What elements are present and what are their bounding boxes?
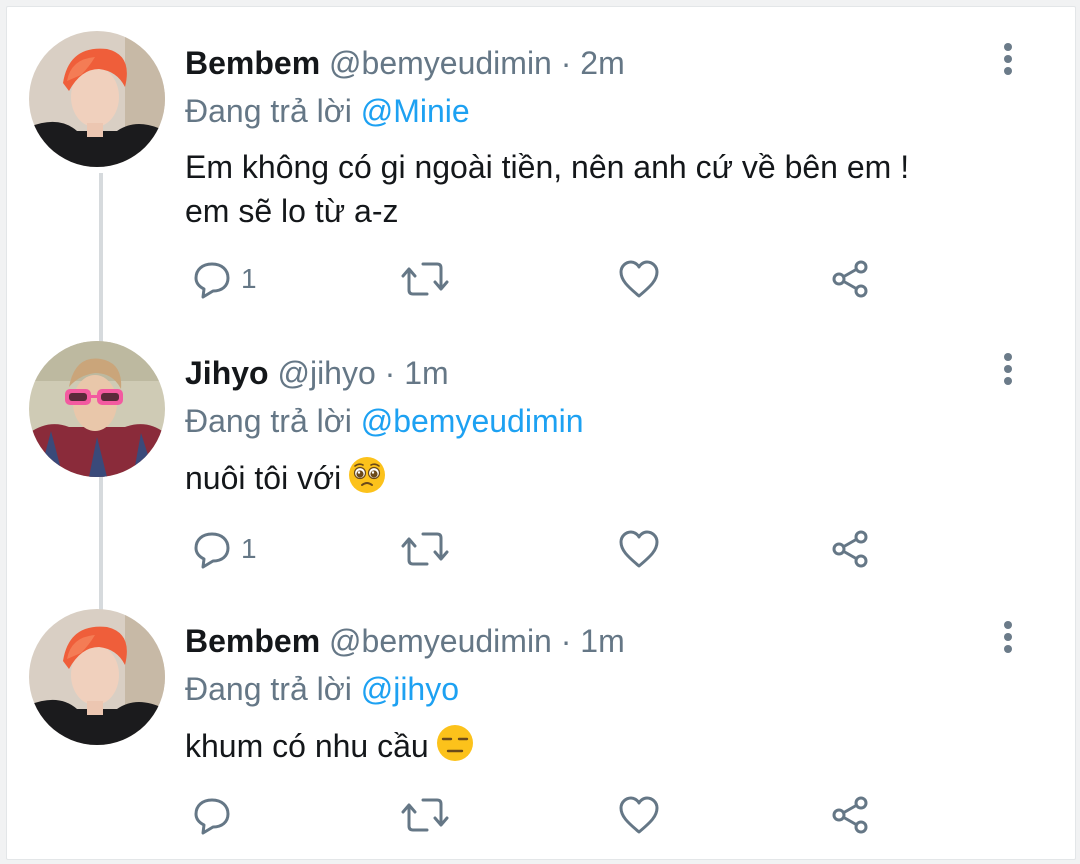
- tweet-text-line: em sẽ lo từ a-z: [185, 193, 399, 229]
- tweet-header: Bembem @bemyeudimin · 1m: [185, 621, 995, 661]
- share-button[interactable]: [829, 791, 871, 839]
- reply-button[interactable]: 1: [191, 255, 257, 303]
- share-icon: [832, 796, 868, 834]
- tweet-text-line: nuôi tôi với: [185, 460, 342, 496]
- reply-icon: [194, 532, 230, 569]
- tweet-thread: Bembem @bemyeudimin · 2m Đang trả lời @M…: [6, 6, 1076, 860]
- retweet-button[interactable]: [401, 255, 449, 303]
- expressionless-face-icon: [436, 725, 473, 761]
- mention-link[interactable]: @jihyo: [361, 671, 459, 707]
- replying-to-label: Đang trả lời: [185, 93, 352, 129]
- tweet-text: khum có nhu cầu: [185, 723, 995, 768]
- share-icon: [832, 260, 868, 298]
- mention-link[interactable]: @bemyeudimin: [361, 403, 584, 439]
- tweet-text-line: Em không có gi ngoài tiền, nên anh cứ về…: [185, 149, 910, 185]
- replying-to: Đang trả lời @jihyo: [185, 669, 995, 709]
- separator-dot: ·: [560, 45, 572, 81]
- tweet[interactable]: Bembem @bemyeudimin · 1m Đang trả lời @j…: [7, 585, 1075, 859]
- timestamp[interactable]: 1m: [404, 355, 448, 391]
- share-icon: [832, 530, 868, 568]
- author-handle[interactable]: @jihyo: [277, 355, 375, 391]
- avatar-image: [29, 31, 165, 167]
- retweet-button[interactable]: [401, 791, 449, 839]
- tweet-header: Bembem @bemyeudimin · 2m: [185, 43, 995, 83]
- author-name[interactable]: Bembem: [185, 45, 320, 81]
- replying-to: Đang trả lời @Minie: [185, 91, 995, 131]
- like-button[interactable]: [617, 525, 661, 573]
- more-vertical-icon[interactable]: [993, 349, 1023, 389]
- retweet-icon: [401, 532, 449, 566]
- reply-count: 1: [241, 263, 257, 294]
- avatar-image: [29, 609, 165, 745]
- heart-icon: [619, 530, 659, 568]
- tweet-header: Jihyo @jihyo · 1m: [185, 353, 995, 393]
- tweet-text: nuôi tôi với: [185, 455, 995, 500]
- reply-button[interactable]: 1: [191, 525, 257, 573]
- more-vertical-icon[interactable]: [993, 39, 1023, 79]
- reply-icon: [194, 262, 230, 299]
- retweet-button[interactable]: [401, 525, 449, 573]
- replying-to: Đang trả lời @bemyeudimin: [185, 401, 995, 441]
- replying-to-label: Đang trả lời: [185, 671, 352, 707]
- retweet-icon: [401, 262, 449, 296]
- reply-count: 1: [241, 533, 257, 564]
- reply-button[interactable]: [191, 791, 241, 839]
- replying-to-label: Đang trả lời: [185, 403, 352, 439]
- share-button[interactable]: [829, 255, 871, 303]
- mention-link[interactable]: @Minie: [361, 93, 470, 129]
- tweet[interactable]: Jihyo @jihyo · 1m Đang trả lời @bemyeudi…: [7, 317, 1075, 607]
- tweet-text-line: khum có nhu cầu: [185, 728, 429, 764]
- avatar[interactable]: [29, 609, 165, 745]
- reply-icon: [194, 798, 230, 835]
- tweet-text: Em không có gi ngoài tiền, nên anh cứ về…: [185, 145, 995, 233]
- separator-dot: ·: [560, 623, 572, 659]
- author-handle[interactable]: @bemyeudimin: [329, 623, 552, 659]
- like-button[interactable]: [617, 791, 661, 839]
- timestamp[interactable]: 1m: [580, 623, 624, 659]
- separator-dot: ·: [384, 355, 396, 391]
- pleading-face-icon: [349, 457, 386, 493]
- avatar[interactable]: [29, 341, 165, 477]
- avatar[interactable]: [29, 31, 165, 167]
- author-name[interactable]: Bembem: [185, 623, 320, 659]
- retweet-icon: [401, 798, 449, 832]
- tweet-actions: 1: [185, 525, 885, 573]
- like-button[interactable]: [617, 255, 661, 303]
- heart-icon: [619, 260, 659, 298]
- tweet-actions: [185, 791, 885, 839]
- timestamp[interactable]: 2m: [580, 45, 624, 81]
- author-name[interactable]: Jihyo: [185, 355, 269, 391]
- more-vertical-icon[interactable]: [993, 617, 1023, 657]
- author-handle[interactable]: @bemyeudimin: [329, 45, 552, 81]
- avatar-image: [29, 341, 165, 477]
- tweet[interactable]: Bembem @bemyeudimin · 2m Đang trả lời @M…: [7, 7, 1075, 299]
- heart-icon: [619, 796, 659, 834]
- tweet-actions: 1: [185, 255, 885, 303]
- share-button[interactable]: [829, 525, 871, 573]
